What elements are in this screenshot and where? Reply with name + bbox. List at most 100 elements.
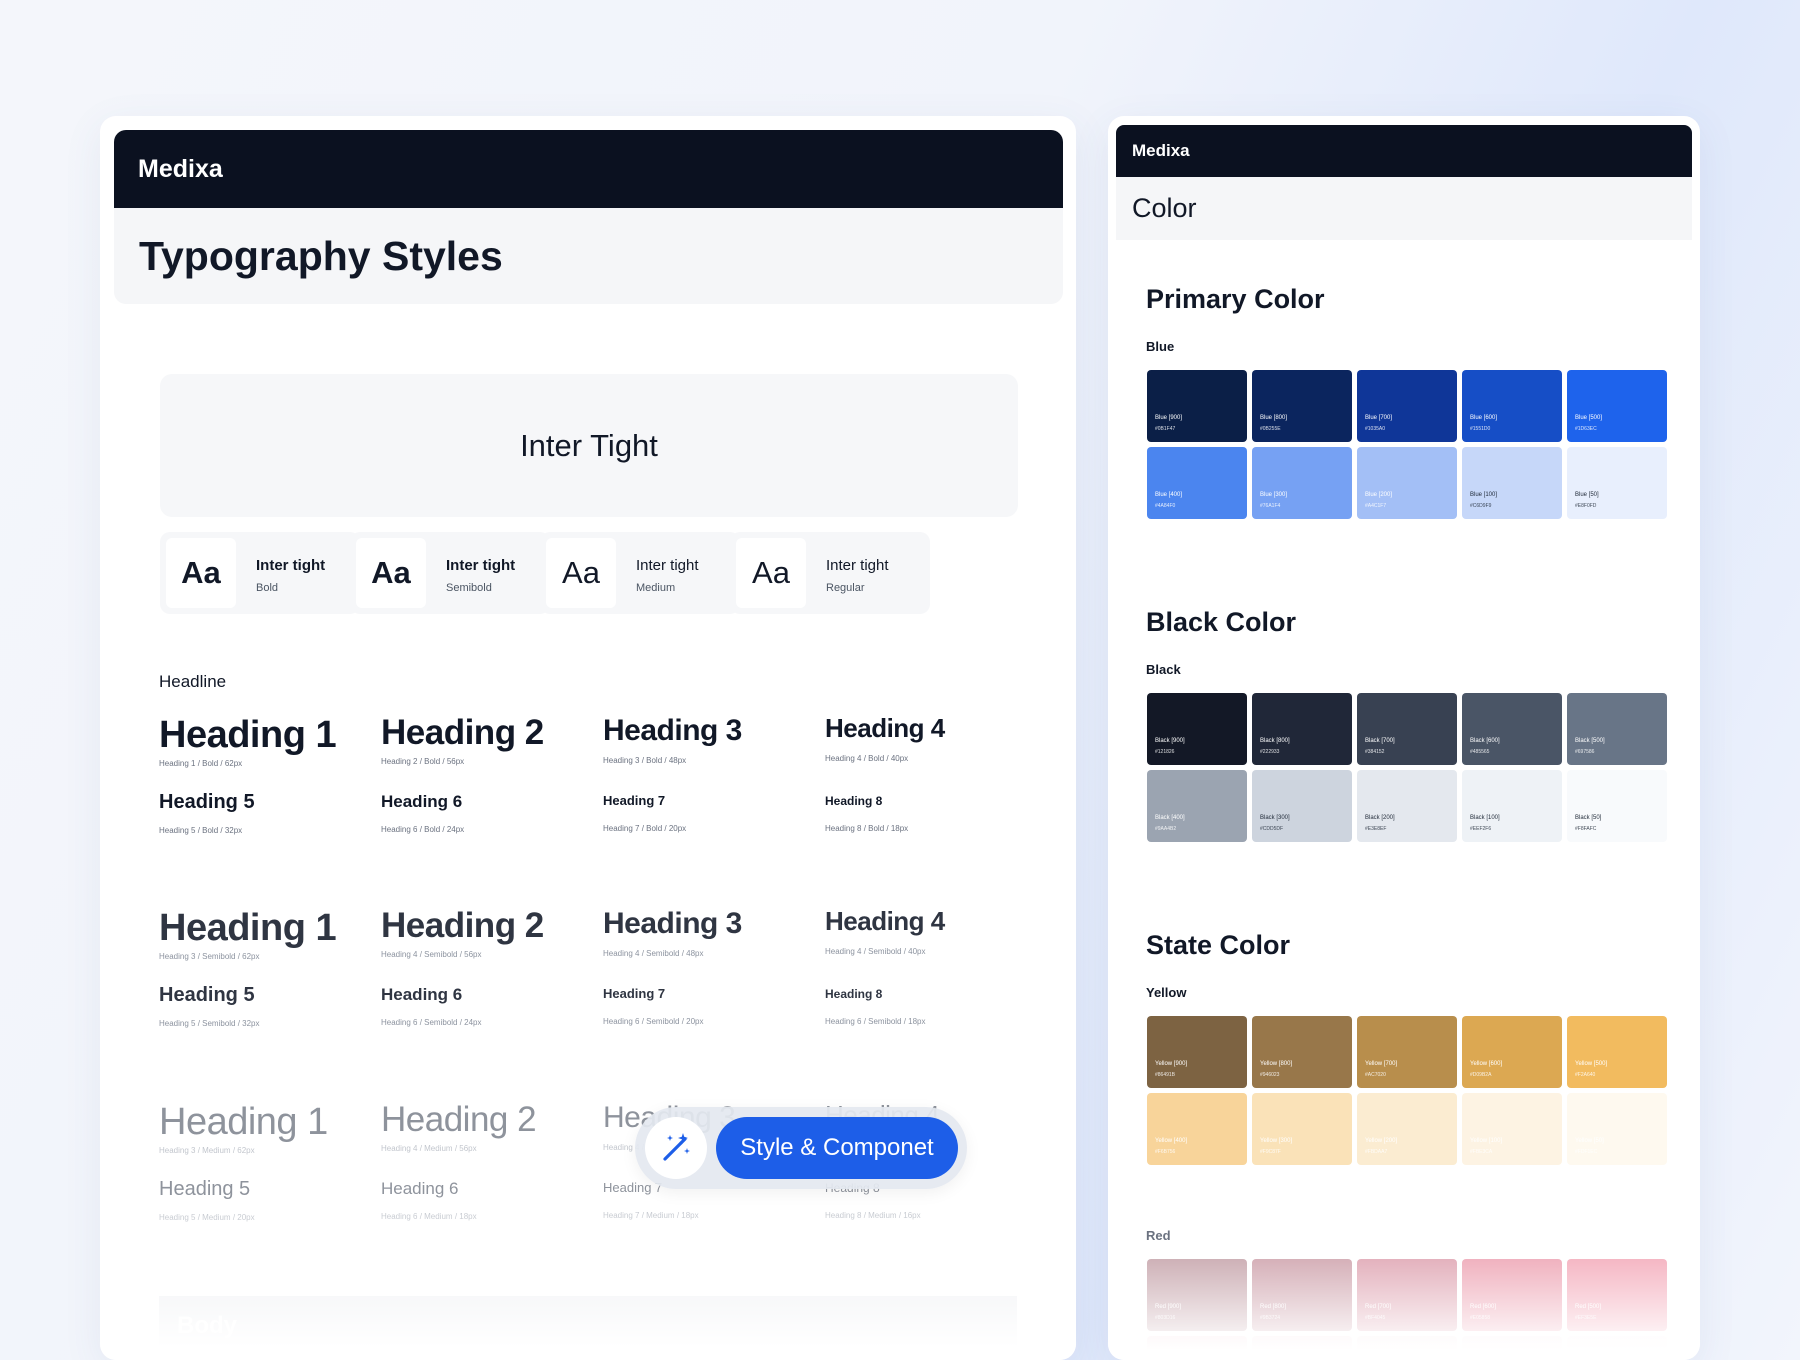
font-weight-name: Inter tight — [446, 557, 516, 574]
heading-specimen: Heading 2 — [381, 1100, 537, 1140]
swatch-hex: #1D63EC — [1575, 426, 1597, 432]
heading-specimen: Heading 5 — [159, 791, 255, 813]
font-weight-name: Inter tight — [636, 557, 699, 574]
color-swatch[interactable]: Red [200] — [1357, 1336, 1457, 1360]
magic-wand-icon[interactable] — [645, 1117, 707, 1179]
color-swatch[interactable]: Black [200] #E3E8EF — [1357, 770, 1457, 842]
color-swatch[interactable]: Red [300] — [1252, 1336, 1352, 1360]
color-swatch[interactable]: Blue [800] #0B255E — [1252, 370, 1352, 442]
color-swatch[interactable]: Yellow [50] #FDF1EC — [1567, 1093, 1667, 1165]
font-weight-name: Inter tight — [256, 557, 326, 574]
color-swatch[interactable]: Blue [200] #A4C1F7 — [1357, 447, 1457, 519]
swatch-name: Blue [200] — [1365, 492, 1393, 498]
heading-caption: Heading 3 / Semibold / 62px — [159, 951, 260, 961]
color-swatch[interactable]: Yellow [200] #FBDAA7 — [1357, 1093, 1457, 1165]
heading-caption: Heading 5 / Bold / 32px — [159, 826, 243, 835]
color-section-title: Primary Color — [1146, 284, 1325, 314]
heading-caption: Heading 3 / Bold / 48px — [603, 755, 687, 765]
color-swatch[interactable]: Black [500] #697586 — [1567, 693, 1667, 765]
heading-specimen: Heading 5 — [159, 984, 255, 1006]
color-swatch[interactable]: Red [400] — [1147, 1336, 1247, 1360]
swatch-name: Blue [500] — [1575, 415, 1603, 421]
color-swatch[interactable]: Yellow [600] #D09B2A — [1462, 1016, 1562, 1088]
color-swatch[interactable]: Yellow [300] #F9C87F — [1252, 1093, 1352, 1165]
color-swatch[interactable]: Yellow [500] #F2A640 — [1567, 1016, 1667, 1088]
heading-specimen: Heading 4 — [825, 906, 945, 937]
color-swatch[interactable]: Red [500] #EF3E5E — [1567, 1259, 1667, 1331]
body-section-title: Body — [177, 1312, 237, 1339]
color-swatch[interactable]: Black [900] #121826 — [1147, 693, 1247, 765]
font-weight-card[interactable]: Aa Inter tight Semibold — [350, 532, 550, 614]
color-swatch[interactable]: Blue [700] #1035A0 — [1357, 370, 1457, 442]
color-swatch[interactable]: Blue [900] #0B1F47 — [1147, 370, 1247, 442]
color-swatch[interactable]: Yellow [700] #AC7020 — [1357, 1016, 1457, 1088]
swatch-hex: #803D16 — [1155, 1315, 1176, 1321]
swatch-name: Black [400] — [1155, 815, 1185, 821]
heading-caption: Heading 5 / Medium / 20px — [159, 1213, 255, 1222]
heading-caption: Heading 6 / Semibold / 20px — [603, 1017, 704, 1027]
color-title-bar: Color — [1116, 177, 1692, 240]
color-swatch[interactable]: Black [800] #222933 — [1252, 693, 1352, 765]
swatch-name: Yellow [300] — [1260, 1138, 1293, 1144]
color-swatch[interactable]: Blue [600] #1551D0 — [1462, 370, 1562, 442]
brand-logo-text: Medixa — [1132, 141, 1190, 160]
color-swatch[interactable]: Red [700] #BF4045 — [1357, 1259, 1457, 1331]
swatch-name: Red [500] — [1575, 1304, 1602, 1310]
swatch-name: Red [800] — [1260, 1304, 1287, 1310]
color-swatch[interactable]: Yellow [900] #86491B — [1147, 1016, 1247, 1088]
color-swatch[interactable]: Red [50] — [1567, 1336, 1667, 1360]
color-swatch[interactable]: Yellow [800] #946023 — [1252, 1016, 1352, 1088]
swatch-hex: #F6B756 — [1155, 1149, 1176, 1155]
color-swatch[interactable]: Blue [100] #C6D9F9 — [1462, 447, 1562, 519]
color-swatch[interactable]: Yellow [400] #F6B756 — [1147, 1093, 1247, 1165]
color-swatch[interactable]: Red [600] #E05858 — [1462, 1259, 1562, 1331]
heading-specimen: Heading 7 — [603, 986, 666, 1002]
swatch-name: Blue [700] — [1365, 415, 1393, 421]
color-section-title: State Color — [1146, 930, 1291, 960]
color-swatch[interactable]: Yellow [100] #FBE3CA — [1462, 1093, 1562, 1165]
color-sheet: Medixa Color Primary Color Blue Blue [900]… — [1108, 116, 1700, 1360]
swatch-name: Black [700] — [1365, 738, 1395, 744]
heading-caption: Heading 3 / Medium / 62px — [159, 1145, 255, 1155]
heading-specimen: Heading 2 — [381, 906, 544, 946]
swatch-name: Yellow [400] — [1155, 1138, 1188, 1144]
color-swatch[interactable]: Red [800] #9B3724 — [1252, 1259, 1352, 1331]
style-component-label: Style & Componet — [740, 1134, 934, 1161]
swatch-name: Black [300] — [1260, 815, 1290, 821]
color-swatch[interactable]: Blue [300] #76A1F4 — [1252, 447, 1352, 519]
swatch-name: Yellow [900] — [1155, 1061, 1188, 1067]
swatch-name: Yellow [800] — [1260, 1061, 1293, 1067]
color-swatch[interactable]: Black [300] #CDD5DF — [1252, 770, 1352, 842]
swatch-hex: #CDD5DF — [1260, 826, 1284, 832]
swatch-hex: #F2A640 — [1575, 1072, 1596, 1078]
color-swatch[interactable]: Red [900] #803D16 — [1147, 1259, 1247, 1331]
heading-caption: Heading 5 / Semibold / 32px — [159, 1019, 260, 1028]
color-swatch[interactable]: Blue [50] #E8F0FD — [1567, 447, 1667, 519]
swatch-hex: #4A84F0 — [1155, 503, 1176, 509]
color-swatch[interactable]: Blue [400] #4A84F0 — [1147, 447, 1247, 519]
style-component-button[interactable]: Style & Componet — [716, 1117, 958, 1179]
color-swatch[interactable]: Blue [500] #1D63EC — [1567, 370, 1667, 442]
palette-label: Blue — [1146, 339, 1175, 354]
font-weight-name: Inter tight — [826, 557, 889, 574]
color-swatch[interactable]: Black [100] #EEF2F6 — [1462, 770, 1562, 842]
font-weight-card[interactable]: Aa Inter tight Medium — [540, 532, 740, 614]
font-weight-card[interactable]: Aa Inter tight Regular — [730, 532, 930, 614]
heading-caption: Heading 4 / Bold / 40px — [825, 753, 909, 763]
swatch-hex: #D09B2A — [1470, 1072, 1492, 1078]
color-swatch[interactable]: Black [700] #384152 — [1357, 693, 1457, 765]
font-sample-aa: Aa — [356, 538, 426, 608]
swatch-hex: #E05858 — [1470, 1315, 1491, 1321]
swatch-name: Blue [300] — [1260, 492, 1288, 498]
color-swatch[interactable]: Red [100] — [1462, 1336, 1562, 1360]
color-swatch[interactable]: Black [400] #9AA4B2 — [1147, 770, 1247, 842]
swatch-name: Black [600] — [1470, 738, 1500, 744]
color-swatch[interactable]: Black [50] #F8FAFC — [1567, 770, 1667, 842]
color-swatch[interactable]: Black [600] #485565 — [1462, 693, 1562, 765]
swatch-hex: #121826 — [1155, 749, 1175, 755]
heading-specimen: Heading 7 — [603, 1180, 663, 1196]
font-weight-card[interactable]: Aa Inter tight Bold — [160, 532, 360, 614]
heading-specimen: Heading 1 — [159, 713, 337, 756]
swatch-name: Black [900] — [1155, 738, 1185, 744]
font-weight-label: Medium — [636, 582, 676, 594]
